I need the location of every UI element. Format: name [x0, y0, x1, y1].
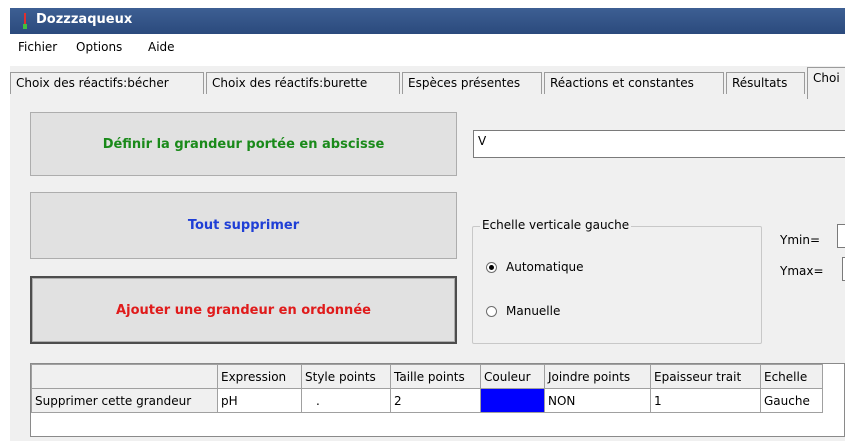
header-couleur: Couleur	[480, 364, 545, 389]
grid-corner	[31, 364, 218, 389]
cell-joindre-points[interactable]: NON	[544, 388, 651, 413]
abscissa-input[interactable]: V	[473, 130, 845, 158]
tab-label: Choix des réactifs:burette	[212, 76, 368, 90]
header-echelle: Echelle	[760, 364, 823, 389]
add-ordinate-button[interactable]: Ajouter une grandeur en ordonnée	[30, 276, 457, 344]
radio-automatique-label[interactable]: Automatique	[506, 260, 584, 274]
tab-resultats[interactable]: Résultats	[726, 72, 805, 94]
tab-label: Réactions et constantes	[550, 76, 694, 90]
header-epaisseur-trait: Epaisseur trait	[650, 364, 761, 389]
tab-especes-presentes[interactable]: Espèces présentes	[402, 72, 542, 94]
tab-label: Espèces présentes	[408, 76, 521, 90]
radio-manuelle-label[interactable]: Manuelle	[506, 304, 560, 318]
grid-header-row: Expression Style points Taille points Co…	[31, 364, 823, 389]
window-title: Dozzzaqueux	[36, 12, 133, 27]
delete-all-label: Tout supprimer	[187, 218, 300, 233]
delete-series-cell[interactable]: Supprimer cette grandeur	[31, 388, 218, 413]
vertical-scale-legend: Echelle verticale gauche	[480, 218, 632, 232]
tab-reactifs-burette[interactable]: Choix des réactifs:burette	[206, 72, 400, 94]
tab-label: Résultats	[732, 76, 788, 90]
delete-all-button[interactable]: Tout supprimer	[30, 192, 457, 259]
ymax-label: Ymax=	[780, 264, 824, 278]
series-grid: Expression Style points Taille points Co…	[30, 363, 845, 437]
header-taille-points: Taille points	[390, 364, 481, 389]
header-style-points: Style points	[301, 364, 391, 389]
menu-bar: Fichier Options Aide	[10, 36, 845, 58]
abscissa-input-value: V	[478, 134, 487, 148]
menu-fichier[interactable]: Fichier	[18, 40, 57, 54]
title-bar: Dozzzaqueux	[10, 8, 845, 34]
tab-label: Choi	[813, 71, 840, 85]
app-icon	[23, 13, 27, 29]
cell-couleur[interactable]	[480, 388, 545, 413]
menu-aide[interactable]: Aide	[148, 40, 175, 54]
series-table: Expression Style points Taille points Co…	[31, 364, 823, 413]
vertical-scale-group	[472, 226, 762, 344]
header-expression: Expression	[217, 364, 302, 389]
define-abscissa-label: Définir la grandeur portée en abscisse	[102, 136, 385, 152]
cell-echelle[interactable]: Gauche	[760, 388, 823, 413]
tab-reactions-constantes[interactable]: Réactions et constantes	[544, 72, 724, 94]
radio-automatique[interactable]	[486, 262, 497, 273]
define-abscissa-button[interactable]: Définir la grandeur portée en abscisse	[30, 112, 457, 176]
tab-reactifs-becher[interactable]: Choix des réactifs:bécher	[10, 72, 204, 94]
ymin-label: Ymin=	[780, 233, 821, 247]
cell-epaisseur-trait[interactable]: 1	[650, 388, 761, 413]
table-row: Supprimer cette grandeur pH . 2 NON 1 Ga…	[31, 388, 823, 413]
cell-expression[interactable]: pH	[217, 388, 302, 413]
header-joindre-points: Joindre points	[544, 364, 651, 389]
tab-label: Choix des réactifs:bécher	[16, 76, 169, 90]
tab-choix-courbes[interactable]: Choi	[807, 67, 845, 99]
cell-taille-points[interactable]: 2	[390, 388, 481, 413]
tab-strip: Choix des réactifs:bécher Choix des réac…	[10, 66, 845, 99]
cell-style-points[interactable]: .	[301, 388, 391, 413]
add-ordinate-label: Ajouter une grandeur en ordonnée	[116, 302, 371, 318]
ymin-input[interactable]	[837, 224, 845, 248]
radio-manuelle[interactable]	[486, 306, 497, 317]
menu-options[interactable]: Options	[76, 40, 122, 54]
